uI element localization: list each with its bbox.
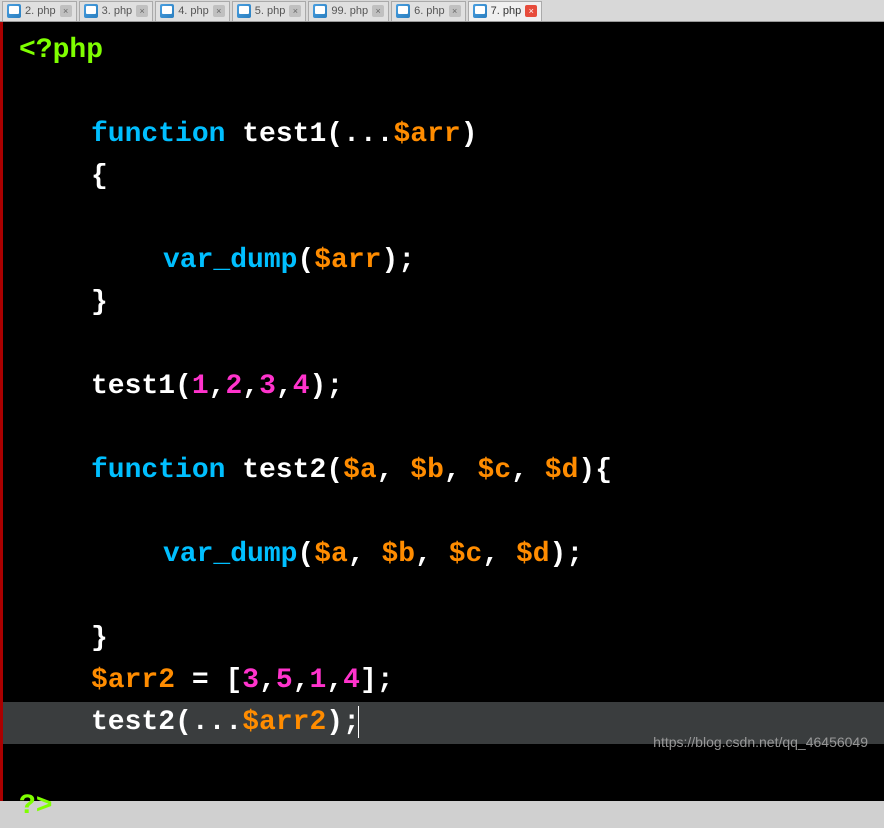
code-line: } [19, 618, 868, 660]
code-line: } [19, 282, 868, 324]
file-icon [473, 4, 487, 18]
tab-bar: 2. php × 3. php × 4. php × 5. php × 99. … [0, 0, 884, 22]
tab-2-php[interactable]: 2. php × [2, 1, 77, 21]
tab-6-php[interactable]: 6. php × [391, 1, 466, 21]
code-line: function test2($a, $b, $c, $d){ [19, 450, 868, 492]
tab-4-php[interactable]: 4. php × [155, 1, 230, 21]
code-line: var_dump($a, $b, $c, $d); [19, 534, 868, 576]
code-line [19, 324, 868, 366]
code-line: test1(1,2,3,4); [19, 366, 868, 408]
code-line [19, 72, 868, 114]
file-icon [84, 4, 98, 18]
tab-label: 6. php [414, 5, 445, 17]
code-line: function test1(...$arr) [19, 114, 868, 156]
file-icon [313, 4, 327, 18]
code-line [19, 198, 868, 240]
code-line [19, 492, 868, 534]
close-icon[interactable]: × [136, 5, 148, 17]
code-editor[interactable]: <?php function test1(...$arr) { var_dump… [0, 22, 884, 801]
watermark-text: https://blog.csdn.net/qq_46456049 [653, 732, 868, 753]
close-icon[interactable]: × [525, 5, 537, 17]
code-line: ?> [19, 786, 868, 828]
code-line [19, 408, 868, 450]
tab-label: 7. php [491, 5, 522, 17]
tab-label: 5. php [255, 5, 286, 17]
tab-label: 2. php [25, 5, 56, 17]
file-icon [237, 4, 251, 18]
code-line: <?php [19, 30, 868, 72]
code-line: $arr2 = [3,5,1,4]; [19, 660, 868, 702]
file-icon [160, 4, 174, 18]
tab-label: 99. php [331, 5, 368, 17]
tab-5-php[interactable]: 5. php × [232, 1, 307, 21]
code-line [19, 576, 868, 618]
file-icon [7, 4, 21, 18]
close-icon[interactable]: × [60, 5, 72, 17]
close-icon[interactable]: × [449, 5, 461, 17]
tab-7-php[interactable]: 7. php × [468, 1, 543, 21]
close-icon[interactable]: × [213, 5, 225, 17]
tab-label: 4. php [178, 5, 209, 17]
code-line: { [19, 156, 868, 198]
tab-label: 3. php [102, 5, 133, 17]
file-icon [396, 4, 410, 18]
tab-3-php[interactable]: 3. php × [79, 1, 154, 21]
close-icon[interactable]: × [372, 5, 384, 17]
close-icon[interactable]: × [289, 5, 301, 17]
text-cursor [358, 706, 359, 738]
tab-99-php[interactable]: 99. php × [308, 1, 389, 21]
code-line: var_dump($arr); [19, 240, 868, 282]
